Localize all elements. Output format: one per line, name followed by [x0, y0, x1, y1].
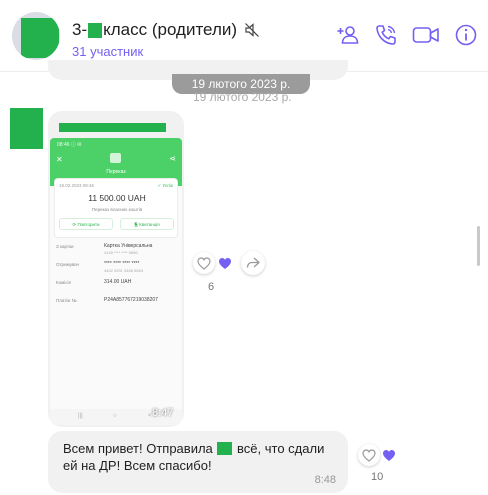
row-value: **** **** **** **** [104, 261, 140, 267]
screenshot-row: Платіж № P24A857767219038207 [54, 296, 178, 314]
screenshot-row: Отримувач **** **** **** **** 4402 3291 … [54, 260, 178, 278]
title-suffix: класс (родители) [103, 20, 238, 39]
screenshot-row: Комісія 314.00 UAH [54, 278, 178, 296]
add-participant-icon[interactable] [336, 23, 360, 47]
screenshot-date: 19.02.2023 08:46 [59, 183, 95, 188]
date-separator-shadow: 19 лютого 2023 р. [193, 90, 292, 104]
chat-title[interactable]: 3- класс (родители) [72, 20, 260, 40]
screenshot-row: З картки Картка Універсальна 4149 **** *… [54, 242, 178, 260]
row-label: Комісія [56, 280, 71, 285]
screenshot-title: Переказ [106, 169, 126, 175]
mute-icon [245, 23, 259, 37]
chat-scrollbar[interactable] [477, 226, 480, 266]
screenshot-close-icon: ✕ [56, 155, 63, 164]
row-value: Картка Універсальна [104, 243, 153, 249]
title-redaction [88, 22, 103, 38]
screenshot-description: Переказ власних коштів [91, 207, 143, 212]
screenshot-transaction-card: 19.02.2023 08:46 ✓ Успіх 11 500.00 UAH П… [54, 178, 178, 238]
info-icon[interactable] [454, 23, 478, 47]
screenshot-repeat-button: ⟳ Повторити [59, 218, 113, 230]
image-message-reactions [193, 252, 232, 274]
screenshot-transfer-icon [110, 153, 121, 163]
payment-screenshot-image[interactable]: 08:46 ⓘ ✉ ✕ ⋖ Переказ 19.02.2023 08:46 ✓… [50, 138, 182, 425]
text-message-bubble[interactable]: Всем привет! Отправила всё, что сдали ей… [48, 431, 348, 493]
heart-outline-icon [362, 448, 376, 462]
message-line-2: ей на ДР! Всем спасибо! [63, 458, 212, 473]
screenshot-status: ✓ Успіх [157, 183, 173, 188]
heart-filled-icon [219, 257, 231, 269]
forward-icon [246, 257, 260, 268]
image-message-bubble[interactable]: 08:46 ⓘ ✉ ✕ ⋖ Переказ 19.02.2023 08:46 ✓… [48, 111, 184, 427]
nav-recents: ||| [78, 413, 83, 419]
screenshot-amount: 11 500.00 UAH [88, 193, 146, 203]
group-avatar[interactable] [12, 12, 60, 60]
message-line-1: Всем привет! Отправила всё, что сдали [63, 441, 324, 456]
message-text: всё, что сдали [237, 441, 325, 456]
screenshot-details: З картки Картка Універсальна 4149 **** *… [54, 242, 178, 314]
image-message-time: 8:47 [152, 407, 174, 419]
row-value: P24A857767219038207 [104, 297, 158, 303]
screenshot-status-bar: 08:46 ⓘ ✉ [57, 142, 82, 148]
like-button[interactable] [358, 444, 380, 466]
row-label: Платіж № [56, 298, 77, 303]
nav-home: ○ [113, 413, 117, 419]
forward-button[interactable] [241, 251, 265, 275]
sender-name-redaction [59, 123, 166, 132]
row-sub: 4149 **** **** 5896 [104, 250, 138, 255]
row-value: 314.00 UAH [104, 279, 132, 285]
header-actions [336, 23, 478, 47]
title-prefix: 3- [72, 20, 88, 39]
participant-count[interactable]: 31 участник [72, 44, 143, 59]
text-message-time: 8:48 [314, 474, 336, 486]
row-sub: 4402 3291 3468 5563 [104, 268, 143, 273]
sender-avatar[interactable] [10, 108, 43, 149]
screenshot-share-icon: ⋖ [169, 154, 176, 163]
screenshot-receipt-button: 🗎 Квитанція [120, 218, 174, 230]
like-button[interactable] [193, 252, 215, 274]
heart-filled-icon [383, 449, 395, 461]
like-count: 6 [208, 281, 215, 293]
row-label: З картки [56, 244, 74, 249]
video-call-icon[interactable] [412, 23, 440, 47]
avatar-redaction [21, 18, 59, 58]
call-icon[interactable] [374, 23, 398, 47]
message-redaction [217, 442, 233, 455]
like-count: 10 [371, 471, 384, 483]
text-message-reactions [358, 444, 396, 466]
message-text: Всем привет! Отправила [63, 441, 213, 456]
nav-back: < [148, 413, 152, 419]
row-label: Отримувач [56, 262, 80, 267]
heart-outline-icon [197, 256, 211, 270]
